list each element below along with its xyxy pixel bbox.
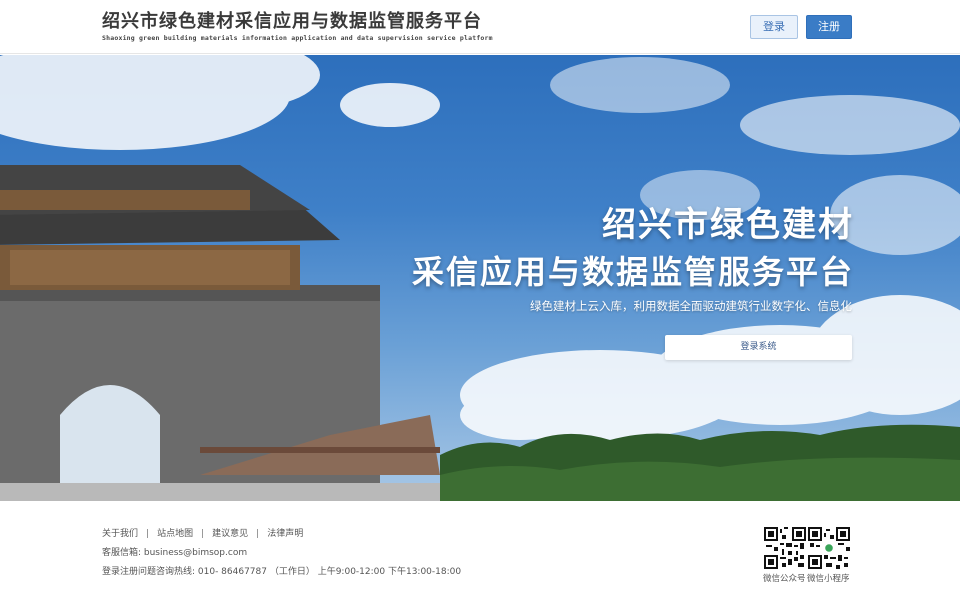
footer-separator: | — [146, 529, 150, 539]
contact-phone: 登录注册问题咨询热线: 010- 86467787 （工作日） 上午9:00-1… — [102, 567, 462, 577]
logo-title: 绍兴市绿色建材采信应用与数据监管服务平台 — [102, 11, 482, 32]
footer-separator: | — [256, 529, 260, 539]
register-button[interactable]: 注册 — [806, 15, 852, 39]
wechat-miniprogram-label: 微信小程序 — [807, 574, 850, 584]
wechat-official-qr-code — [764, 527, 806, 569]
hero-banner: 绍兴市绿色建材 采信应用与数据监管服务平台 绿色建材上云入库，利用数据全面驱动建… — [0, 55, 960, 501]
footer-link-about[interactable]: 关于我们 — [102, 529, 138, 539]
contact-email: 客服信箱: business@bimsop.com — [102, 548, 248, 558]
hero-subtitle: 绿色建材上云入库，利用数据全面驱动建筑行业数字化、信息化 — [530, 299, 852, 313]
wechat-miniprogram-qr-code — [808, 527, 850, 569]
hero-title-line2: 采信应用与数据监管服务平台 — [411, 253, 854, 291]
footer-link-legal[interactable]: 法律声明 — [267, 529, 303, 539]
footer-link-feedback[interactable]: 建议意见 — [212, 529, 248, 539]
hero-title-line1: 绍兴市绿色建材 — [602, 205, 854, 245]
login-system-button[interactable]: 登录系统 — [665, 335, 852, 360]
login-button[interactable]: 登录 — [750, 15, 798, 39]
footer-link-sitemap[interactable]: 站点地图 — [157, 529, 193, 539]
footer-links: 关于我们 | 站点地图 | 建议意见 | 法律声明 — [102, 526, 303, 539]
footer-separator: | — [201, 529, 205, 539]
header: 绍兴市绿色建材采信应用与数据监管服务平台 Shaoxing green buil… — [0, 0, 960, 54]
wechat-official-label: 微信公众号 — [763, 574, 806, 584]
site-logo[interactable]: 绍兴市绿色建材采信应用与数据监管服务平台 Shaoxing green buil… — [102, 11, 493, 43]
footer: 关于我们 | 站点地图 | 建议意见 | 法律声明 客服信箱: business@bimso… — [0, 501, 960, 600]
logo-subtitle: Shaoxing green building materials inform… — [102, 34, 493, 42]
